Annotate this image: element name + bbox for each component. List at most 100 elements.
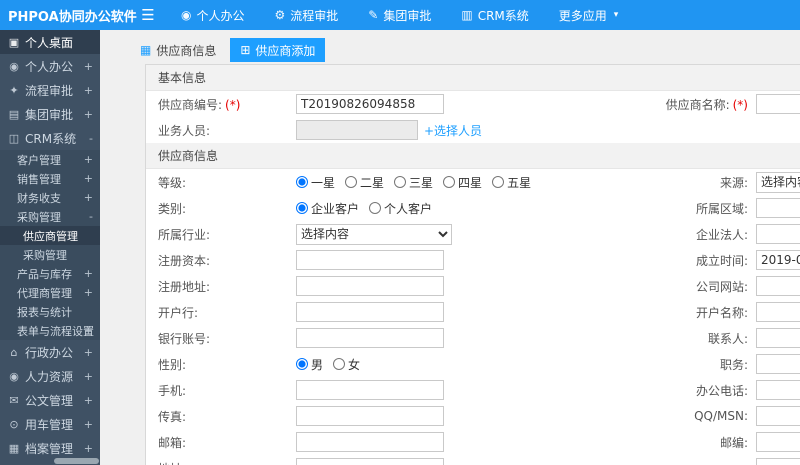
sidebar-item-finance[interactable]: 财务收支 + [0, 188, 100, 207]
radio-input[interactable] [443, 176, 456, 188]
radio-gender-male[interactable]: 男 [296, 356, 323, 373]
sidebar-item-sales-mgmt[interactable]: 销售管理 + [0, 169, 100, 188]
sidebar-item-crm-system[interactable]: ◫ CRM系统 - [0, 126, 100, 150]
expand-icon[interactable]: + [84, 324, 93, 337]
radio-input[interactable] [296, 176, 308, 188]
radio-level-2[interactable]: 二星 [345, 174, 384, 191]
fax-input[interactable] [296, 406, 444, 426]
sidebar-item-process-approval[interactable]: ✦ 流程审批 + [0, 78, 100, 102]
sidebar-item-product-inventory[interactable]: 产品与库存 + [0, 264, 100, 283]
zip-input[interactable] [756, 432, 800, 452]
expand-icon[interactable]: + [84, 84, 93, 97]
radio-level-1[interactable]: 一星 [296, 174, 335, 191]
tab-supplier-info[interactable]: ▦ 供应商信息 [130, 38, 226, 62]
sidebar-item-reports-stats[interactable]: 报表与统计 [0, 302, 100, 321]
expand-icon[interactable]: + [84, 191, 93, 204]
region-input[interactable] [756, 198, 800, 218]
select-person-link[interactable]: +选择人员 [424, 122, 482, 139]
radio-category-company[interactable]: 企业客户 [296, 200, 359, 217]
sidebar-item-document-mgmt[interactable]: ✉ 公文管理 + [0, 388, 100, 412]
radio-gender-female[interactable]: 女 [333, 356, 360, 373]
supplier-name-input[interactable] [756, 94, 800, 114]
radio-input[interactable] [345, 176, 358, 188]
registered-capital-input[interactable] [296, 250, 444, 270]
account-name-input[interactable] [756, 302, 800, 322]
field-label: QQ/MSN: [661, 409, 756, 423]
label-text: 公司网站: [695, 279, 748, 294]
expand-icon[interactable]: + [84, 394, 93, 407]
office-phone-input[interactable] [756, 380, 800, 400]
sidebar-item-label: 用车管理 [25, 417, 74, 432]
menu-toggle-icon[interactable]: ☰ [130, 6, 166, 24]
nav-crm-system[interactable]: ▥ CRM系统 [446, 0, 543, 30]
expand-icon[interactable]: + [84, 60, 93, 73]
sidebar-item-form-flow-settings[interactable]: 表单与流程设置 + [0, 321, 100, 340]
label-text: 类别: [158, 201, 187, 216]
radio-input[interactable] [296, 202, 308, 214]
sidebar-item-personal-desktop[interactable]: ▣ 个人桌面 [0, 30, 100, 54]
mobile-input[interactable] [296, 380, 444, 400]
tab-supplier-add[interactable]: ⊞ 供应商添加 [230, 38, 326, 62]
form-row-sales-person: 业务人员: +选择人员 [146, 117, 800, 143]
radio-level-3[interactable]: 三星 [394, 174, 433, 191]
qq-msn-input[interactable] [756, 406, 800, 426]
registered-address-input[interactable] [296, 276, 444, 296]
app-logo: PHPOA协同办公软件 [8, 9, 137, 25]
label-text: 业务人员: [158, 123, 211, 138]
industry-select[interactable]: 选择内容 [296, 223, 452, 245]
radio-input[interactable] [369, 202, 382, 214]
expand-icon[interactable]: + [84, 418, 93, 431]
radio-level-4[interactable]: 四星 [443, 174, 482, 191]
sidebar-item-hr[interactable]: ◉ 人力资源 + [0, 364, 100, 388]
address-input[interactable] [296, 458, 444, 465]
expand-icon[interactable]: + [84, 153, 93, 166]
collapse-icon[interactable]: - [89, 132, 93, 145]
expand-icon[interactable]: + [84, 442, 93, 455]
website-input[interactable] [756, 276, 800, 296]
sidebar-item-admin-office[interactable]: ⌂ 行政办公 + [0, 340, 100, 364]
legal-person-input[interactable] [756, 224, 800, 244]
radio-input[interactable] [492, 176, 505, 188]
sidebar-item-supplier-mgmt[interactable]: 供应商管理 [0, 226, 100, 245]
sidebar-item-agent-mgmt[interactable]: 代理商管理 + [0, 283, 100, 302]
expand-icon[interactable]: + [84, 370, 93, 383]
sidebar-item-archive-mgmt[interactable]: ▦ 档案管理 + [0, 436, 100, 460]
expand-icon[interactable]: + [84, 286, 93, 299]
position-input[interactable] [756, 354, 800, 374]
gender-radio-group: 男 女 [296, 356, 661, 373]
nav-process-approval[interactable]: ⚙ 流程审批 [260, 0, 354, 30]
sidebar-item-customer-mgmt[interactable]: 客户管理 + [0, 150, 100, 169]
expand-icon[interactable]: + [84, 267, 93, 280]
required-mark: (*) [225, 97, 241, 112]
collapse-icon[interactable]: - [89, 210, 93, 223]
founded-date-input[interactable] [756, 250, 800, 270]
sidebar-item-personal-office[interactable]: ◉ 个人办公 + [0, 54, 100, 78]
nav-more-apps[interactable]: 更多应用 ▾ [544, 0, 634, 30]
field-label: 性别: [146, 356, 296, 373]
sales-person-input[interactable] [296, 120, 418, 140]
expand-icon[interactable]: + [84, 108, 93, 121]
sidebar-item-purchasing[interactable]: 采购管理 [0, 245, 100, 264]
radio-level-5[interactable]: 五星 [492, 174, 531, 191]
source-select[interactable]: 选择内容 [756, 171, 800, 193]
nav-personal-office[interactable]: ◉ 个人办公 [166, 0, 260, 30]
radio-input[interactable] [394, 176, 407, 188]
sidebar-item-group-approval[interactable]: ▤ 集团审批 + [0, 102, 100, 126]
label-text: 注册资本: [158, 253, 211, 268]
sidebar-item-purchase-mgmt[interactable]: 采购管理 - [0, 207, 100, 226]
expand-icon[interactable]: + [84, 172, 93, 185]
nav-group-approval[interactable]: ✎ 集团审批 [353, 0, 446, 30]
contact-input[interactable] [756, 328, 800, 348]
email-input[interactable] [296, 432, 444, 452]
sidebar-item-vehicle-mgmt[interactable]: ⊙ 用车管理 + [0, 412, 100, 436]
radio-label: 一星 [311, 175, 336, 190]
radio-input[interactable] [296, 358, 308, 370]
radio-input[interactable] [333, 358, 346, 370]
unlabeled-input[interactable] [756, 458, 800, 465]
sidebar-scrollbar[interactable] [54, 458, 99, 464]
bank-account-input[interactable] [296, 328, 444, 348]
radio-category-personal[interactable]: 个人客户 [369, 200, 432, 217]
bank-input[interactable] [296, 302, 444, 322]
supplier-code-input[interactable] [296, 94, 444, 114]
expand-icon[interactable]: + [84, 346, 93, 359]
